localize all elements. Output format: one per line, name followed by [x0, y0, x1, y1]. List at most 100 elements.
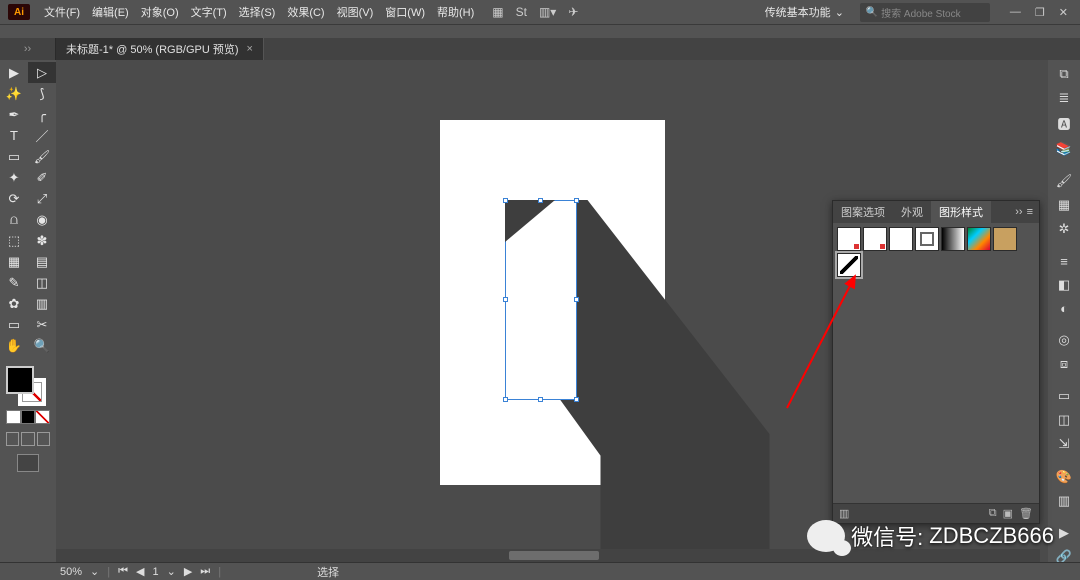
style-swatch-gradient[interactable] [941, 227, 965, 251]
window-maximize[interactable]: ❐ [1035, 6, 1045, 19]
panel-stroke-icon[interactable]: ≡ [1053, 254, 1075, 269]
tool-symbol-sprayer[interactable]: ✿ [0, 293, 28, 314]
artboard-next-icon[interactable]: ▶ [184, 565, 192, 578]
style-swatch-white[interactable] [889, 227, 913, 251]
artboard-number[interactable]: 1 [152, 566, 158, 578]
menu-type[interactable]: 文字(T) [185, 4, 233, 20]
panel-layers-icon[interactable]: ≣ [1053, 90, 1075, 106]
panel-align-icon[interactable]: ▭ [1053, 388, 1075, 404]
menu-edit[interactable]: 编辑(E) [86, 4, 135, 20]
tool-blend[interactable]: ◫ [28, 272, 56, 293]
handle-icon[interactable] [538, 198, 543, 203]
panel-transform-icon[interactable]: ⇲ [1053, 436, 1075, 452]
tool-rotate[interactable]: ⟳ [0, 188, 28, 209]
gpu-icon[interactable]: ✈ [568, 5, 578, 19]
new-style-icon[interactable]: ▣ [1003, 507, 1013, 520]
tool-puppet-warp[interactable]: ✽ [28, 230, 56, 251]
tool-zoom[interactable]: 🔍 [28, 335, 56, 356]
tab-appearance[interactable]: 外观 [893, 201, 931, 223]
document-tab-close[interactable]: × [247, 43, 253, 55]
menu-object[interactable]: 对象(O) [135, 4, 185, 20]
menu-select[interactable]: 选择(S) [233, 4, 282, 20]
tool-gradient[interactable]: ▤ [28, 251, 56, 272]
handle-icon[interactable] [503, 397, 508, 402]
panel-type-icon[interactable]: 🅰 [1053, 114, 1075, 133]
panel-swatches-icon[interactable]: ▦ [1053, 197, 1075, 213]
bridge-icon[interactable]: ▦ [492, 5, 503, 19]
menu-help[interactable]: 帮助(H) [431, 4, 480, 20]
tab-image-options[interactable]: 图案选项 [833, 201, 893, 223]
chevron-down-icon[interactable]: ⌄ [90, 565, 99, 578]
zoom-level[interactable]: 50% [60, 566, 82, 578]
tool-free-transform[interactable]: ⬚ [0, 230, 28, 251]
panel-pathfinder-icon[interactable]: ◫ [1053, 412, 1075, 428]
tool-direct-selection[interactable]: ▷ [28, 62, 56, 83]
panel-color-icon[interactable]: 🎨 [1053, 469, 1075, 485]
tool-scale[interactable]: ⤢ [28, 188, 56, 209]
tool-artboard[interactable]: ▭ [0, 314, 28, 335]
handle-icon[interactable] [503, 198, 508, 203]
tool-warp[interactable]: ◉ [28, 209, 56, 230]
stock-icon[interactable]: St [516, 5, 527, 19]
style-swatch-outline[interactable] [915, 227, 939, 251]
handle-icon[interactable] [538, 397, 543, 402]
panel-menu-icon[interactable]: ≡ [1027, 206, 1033, 218]
tool-line-segment[interactable]: ／ [28, 125, 56, 146]
tool-curvature[interactable]: ╭ [28, 104, 56, 125]
panel-actions-icon[interactable]: ▶ [1053, 525, 1075, 541]
artboard[interactable] [440, 120, 665, 485]
tool-lasso[interactable]: ⟆ [28, 83, 56, 104]
fill-stroke-swatch[interactable] [6, 366, 46, 406]
graphic-styles-panel[interactable]: 图案选项 外观 图形样式 ›› ≡ ▥ ⧉ ▣ 🗑 [832, 200, 1040, 524]
panel-appearance-icon[interactable]: ◎ [1053, 332, 1075, 348]
styles-library-icon[interactable]: ▥ [839, 507, 849, 520]
tool-type[interactable]: T [0, 125, 28, 146]
window-close[interactable]: ✕ [1059, 6, 1068, 19]
menu-window[interactable]: 窗口(W) [379, 4, 431, 20]
tool-eyedropper[interactable]: ✎ [0, 272, 28, 293]
tool-rectangle[interactable]: ▭ [0, 146, 28, 167]
tab-graphic-styles[interactable]: 图形样式 [931, 201, 991, 223]
draw-mode-toggles[interactable] [6, 432, 50, 446]
tool-paintbrush[interactable]: 🖌 [28, 146, 56, 167]
screen-mode-button[interactable] [17, 454, 39, 472]
style-swatch-wood[interactable] [993, 227, 1017, 251]
artboard-prev-icon[interactable]: ◀ [136, 565, 144, 578]
panel-brushes-icon[interactable]: 🖌 [1053, 173, 1075, 189]
tool-shaper[interactable]: ✦ [0, 167, 28, 188]
panel-symbols-icon[interactable]: ✲ [1053, 221, 1075, 237]
panel-transparency-icon[interactable]: ◐ [1053, 301, 1075, 316]
color-mode-toggles[interactable] [6, 410, 50, 424]
panel-color-guide-icon[interactable]: ▥ [1053, 493, 1075, 509]
artboard-prev-first-icon[interactable]: ⏮ [118, 565, 128, 578]
artboard-next-last-icon[interactable]: ⏭ [200, 565, 210, 578]
menu-view[interactable]: 视图(V) [331, 4, 380, 20]
panel-graphic-styles-icon[interactable]: ⧈ [1053, 356, 1075, 372]
panel-libraries-icon[interactable]: 📚 [1053, 141, 1075, 157]
tool-mesh[interactable]: ▦ [0, 251, 28, 272]
tool-eraser[interactable]: ✐ [28, 167, 56, 188]
scrollbar-thumb[interactable] [509, 551, 599, 560]
handle-icon[interactable] [574, 297, 579, 302]
handle-icon[interactable] [574, 397, 579, 402]
style-swatch-longshadow[interactable] [837, 253, 861, 277]
handle-icon[interactable] [503, 297, 508, 302]
numeral-1-shape[interactable] [505, 200, 577, 400]
panel-gradient-icon[interactable]: ◧ [1053, 277, 1075, 293]
tool-magic-wand[interactable]: ✨ [0, 83, 28, 104]
chevron-down-icon[interactable]: ⌄ [167, 565, 176, 578]
menu-file[interactable]: 文件(F) [38, 4, 86, 20]
tool-selection[interactable]: ▶ [0, 62, 28, 83]
menu-effect[interactable]: 效果(C) [281, 4, 330, 20]
fill-swatch[interactable] [6, 366, 34, 394]
tool-column-graph[interactable]: ▥ [28, 293, 56, 314]
window-minimize[interactable]: — [1010, 6, 1021, 19]
arrange-docs-icon[interactable]: ▥▾ [539, 5, 556, 19]
tool-slice[interactable]: ✂ [28, 314, 56, 335]
panel-collapse-icon[interactable]: ›› [1015, 206, 1022, 218]
style-swatch-default-2[interactable] [863, 227, 887, 251]
break-link-icon[interactable]: ⧉ [989, 507, 997, 520]
tool-width[interactable]: ⩍ [0, 209, 28, 230]
stock-search[interactable]: 🔍 搜索 Adobe Stock [860, 3, 990, 22]
panel-properties-icon[interactable]: ⧉ [1053, 66, 1075, 82]
